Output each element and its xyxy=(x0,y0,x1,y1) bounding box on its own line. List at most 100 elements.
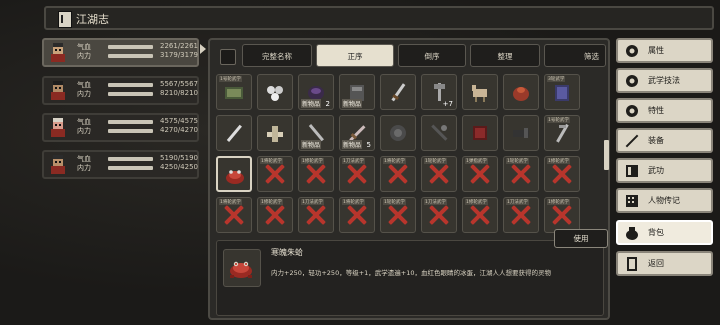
item-tag: 1将轮武学 xyxy=(342,199,365,205)
inventory-slot[interactable]: 3轮武学 xyxy=(544,74,580,110)
unavailable-mark-icon xyxy=(304,203,328,227)
grid-book-icon xyxy=(624,193,640,209)
avatar xyxy=(48,117,68,138)
inventory-slot[interactable]: 1将轮武学 xyxy=(339,197,375,233)
stat-bar xyxy=(108,92,153,96)
inventory-slot[interactable]: 1弹指武学 xyxy=(462,156,498,192)
party-member-card[interactable]: 气血 2261/2261 内力 3179/3179 xyxy=(42,38,199,67)
item-icon xyxy=(387,81,409,103)
avatar xyxy=(48,154,68,175)
inventory-slot[interactable]: 1刀法武学 xyxy=(421,197,457,233)
inventory-slot[interactable]: 1刀法武学 xyxy=(298,197,334,233)
item-count: 2 xyxy=(325,100,330,108)
inventory-slot[interactable]: 1修轮武学 xyxy=(544,156,580,192)
unavailable-mark-icon xyxy=(386,162,410,186)
item-tag: 1修轮武学 xyxy=(547,158,570,164)
inventory-slot[interactable]: 新物品 xyxy=(298,115,334,151)
menu-button-1[interactable]: 武学技法 xyxy=(616,68,713,93)
inventory-slot[interactable] xyxy=(380,74,416,110)
inventory-slot[interactable] xyxy=(216,115,252,151)
inventory-slot[interactable]: 5 新物品 xyxy=(339,115,375,151)
inventory-slot[interactable]: 1号轮武学 xyxy=(544,115,580,151)
complete-name-label[interactable]: 完整名称 xyxy=(242,44,312,67)
inventory-slot[interactable]: 2 新物品 xyxy=(298,74,334,110)
inventory-slot[interactable] xyxy=(462,115,498,151)
unavailable-mark-icon xyxy=(222,203,246,227)
page-title: 江湖志 xyxy=(76,13,109,26)
item-tag: 1将轮武学 xyxy=(260,158,283,164)
item-count: 5 xyxy=(366,141,371,149)
unavailable-mark-icon xyxy=(427,162,451,186)
inventory-slot[interactable]: 1修轮武学 xyxy=(298,156,334,192)
inventory-slot[interactable] xyxy=(257,115,293,151)
inventory-slot[interactable] xyxy=(216,156,252,192)
detail-item-icon xyxy=(223,249,261,287)
use-button[interactable]: 使用 xyxy=(554,229,608,248)
menu-button-7[interactable]: 返回 xyxy=(616,251,713,276)
menu-button-6[interactable]: 背包 xyxy=(616,220,713,245)
unavailable-mark-icon xyxy=(550,162,574,186)
inventory-slot[interactable]: 1修轮武学 xyxy=(257,197,293,233)
scrollbar[interactable] xyxy=(604,140,609,170)
menu-button-4[interactable]: 武功 xyxy=(616,158,713,183)
inventory-slot[interactable]: 1轮轮武学 xyxy=(380,197,416,233)
stat-bar xyxy=(108,120,153,124)
complete-name-checkbox[interactable] xyxy=(220,49,236,65)
menu-label: 装备 xyxy=(648,136,664,145)
inventory-slot[interactable]: 1轮轮武学 xyxy=(503,156,539,192)
inventory-slot[interactable]: 1刀法武学 xyxy=(503,197,539,233)
stat-value: 8210/8210 xyxy=(160,89,198,97)
inventory-slot[interactable]: 1将轮武学 xyxy=(216,197,252,233)
unavailable-mark-icon xyxy=(550,203,574,227)
inventory-slot[interactable] xyxy=(421,115,457,151)
inventory-slot[interactable]: 1修轮武学 xyxy=(544,197,580,233)
new-item-badge: 新物品 xyxy=(342,140,363,149)
tab-sort-desc[interactable]: 倒序 xyxy=(398,44,466,67)
item-icon xyxy=(223,81,245,103)
inventory-slot[interactable]: 1修轮武学 xyxy=(462,197,498,233)
new-item-badge: 新物品 xyxy=(301,140,322,149)
menu-label: 武功 xyxy=(648,166,664,175)
party-member-card[interactable]: 气血 5567/5567 内力 8210/8210 xyxy=(42,76,199,105)
item-tag: 3轮武学 xyxy=(547,76,566,82)
inventory-slot[interactable]: 1将轮武学 xyxy=(380,156,416,192)
item-icon xyxy=(469,122,491,144)
inventory-slot[interactable]: 1刀法武学 xyxy=(339,156,375,192)
inventory-slot[interactable] xyxy=(380,115,416,151)
stat-label: 内力 xyxy=(77,127,91,135)
stat-label: 内力 xyxy=(77,164,91,172)
tab-filter[interactable]: 筛选 xyxy=(544,44,606,67)
stat-value: 4270/4270 xyxy=(160,126,198,134)
menu-button-0[interactable]: 属性 xyxy=(616,38,713,63)
inventory-slot[interactable]: 1将轮武学 xyxy=(257,156,293,192)
item-icon xyxy=(264,122,286,144)
tab-organize[interactable]: 整理 xyxy=(470,44,540,67)
avatar xyxy=(48,80,68,101)
party-member-card[interactable]: 气血 5190/5190 内力 4250/4250 xyxy=(42,150,199,179)
inventory-slot[interactable]: +7 xyxy=(421,74,457,110)
item-tag: 1轮轮武学 xyxy=(383,199,406,205)
avatar xyxy=(48,42,68,63)
menu-button-2[interactable]: 特性 xyxy=(616,98,713,123)
inventory-slot[interactable] xyxy=(503,115,539,151)
menu-button-5[interactable]: 人物传记 xyxy=(616,188,713,213)
new-item-badge: 新物品 xyxy=(301,99,322,108)
item-tag: 1弹指武学 xyxy=(465,158,488,164)
inventory-slot[interactable]: 1号轮武学 xyxy=(216,74,252,110)
item-tag: 1刀法武学 xyxy=(506,199,529,205)
tab-sort-asc[interactable]: 正序 xyxy=(316,44,394,67)
book-icon xyxy=(58,11,72,28)
inventory-slot[interactable]: 新物品 xyxy=(339,74,375,110)
gear-icon xyxy=(624,43,640,59)
unavailable-mark-icon xyxy=(386,203,410,227)
inventory-slot[interactable] xyxy=(462,74,498,110)
inventory-slot[interactable] xyxy=(503,74,539,110)
party-member-card[interactable]: 气血 4575/4575 内力 4270/4270 xyxy=(42,113,199,142)
stat-value: 4575/4575 xyxy=(160,117,198,125)
menu-button-3[interactable]: 装备 xyxy=(616,128,713,153)
item-icon xyxy=(428,122,450,144)
inventory-slot[interactable] xyxy=(257,74,293,110)
item-icon xyxy=(469,81,491,103)
stat-bar xyxy=(108,83,153,87)
inventory-slot[interactable]: 1轮轮武学 xyxy=(421,156,457,192)
